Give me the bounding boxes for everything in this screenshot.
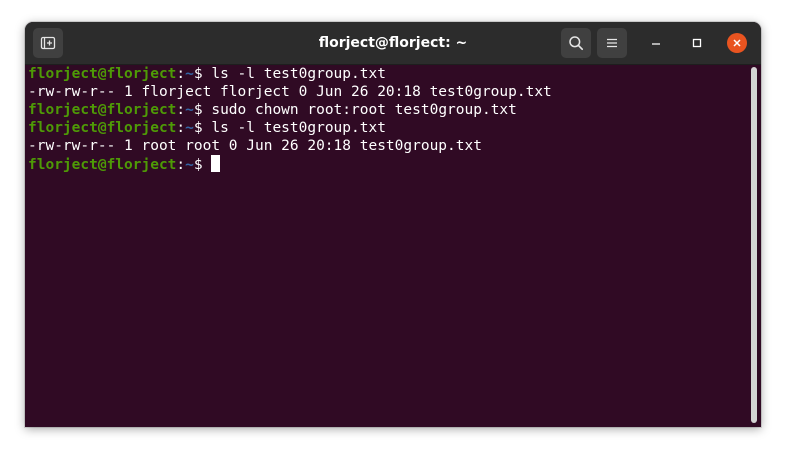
search-button[interactable] bbox=[561, 28, 591, 58]
minimize-button[interactable] bbox=[646, 33, 666, 53]
prompt-symbol: $ bbox=[193, 120, 212, 136]
maximize-button[interactable] bbox=[687, 33, 707, 53]
minimize-icon bbox=[652, 43, 660, 45]
maximize-icon bbox=[692, 38, 702, 48]
terminal-lines: florject@florject:~$ ls -l test0group.tx… bbox=[28, 65, 552, 173]
prompt-separator: : bbox=[176, 102, 186, 118]
terminal-line: florject@florject:~$ sudo chown root:roo… bbox=[28, 101, 552, 119]
prompt-separator: : bbox=[176, 120, 186, 136]
vertical-scrollbar[interactable] bbox=[751, 67, 757, 423]
title-bar[interactable]: florject@florject: ~ bbox=[25, 22, 761, 65]
hamburger-menu-icon bbox=[607, 38, 617, 48]
terminal-line: florject@florject:~$ ls -l test0group.tx… bbox=[28, 65, 552, 83]
prompt-user: florject@florject bbox=[28, 102, 177, 118]
close-icon bbox=[733, 39, 741, 47]
prompt-path: ~ bbox=[185, 102, 194, 118]
terminal-output-area[interactable]: florject@florject:~$ ls -l test0group.tx… bbox=[25, 65, 761, 427]
prompt-user: florject@florject bbox=[28, 120, 177, 136]
terminal-line: florject@florject:~$ ls -l test0group.tx… bbox=[28, 119, 552, 137]
prompt-symbol: $ bbox=[193, 66, 212, 82]
text-cursor bbox=[211, 155, 221, 172]
prompt-user: florject@florject bbox=[28, 157, 177, 173]
command-text: ls -l test0group.txt bbox=[211, 66, 386, 82]
prompt-path: ~ bbox=[185, 66, 194, 82]
prompt-separator: : bbox=[176, 66, 186, 82]
terminal-line: -rw-rw-r-- 1 florject florject 0 Jun 26 … bbox=[28, 83, 552, 101]
search-icon bbox=[569, 36, 584, 51]
command-text: ls -l test0group.txt bbox=[211, 120, 386, 136]
prompt-path: ~ bbox=[185, 157, 194, 173]
terminal-line: florject@florject:~$ bbox=[28, 155, 552, 173]
prompt-symbol: $ bbox=[193, 157, 212, 173]
prompt-path: ~ bbox=[185, 120, 194, 136]
menu-button[interactable] bbox=[597, 28, 627, 58]
output-text: -rw-rw-r-- 1 root root 0 Jun 26 20:18 te… bbox=[28, 138, 482, 154]
prompt-symbol: $ bbox=[193, 102, 212, 118]
prompt-separator: : bbox=[176, 157, 186, 173]
output-text: -rw-rw-r-- 1 florject florject 0 Jun 26 … bbox=[28, 84, 552, 100]
terminal-line: -rw-rw-r-- 1 root root 0 Jun 26 20:18 te… bbox=[28, 137, 552, 155]
command-text: sudo chown root:root test0group.txt bbox=[211, 102, 517, 118]
prompt-user: florject@florject bbox=[28, 66, 177, 82]
terminal-window: florject@florject: ~ florject@florject:~… bbox=[25, 22, 761, 427]
close-button[interactable] bbox=[727, 33, 747, 53]
